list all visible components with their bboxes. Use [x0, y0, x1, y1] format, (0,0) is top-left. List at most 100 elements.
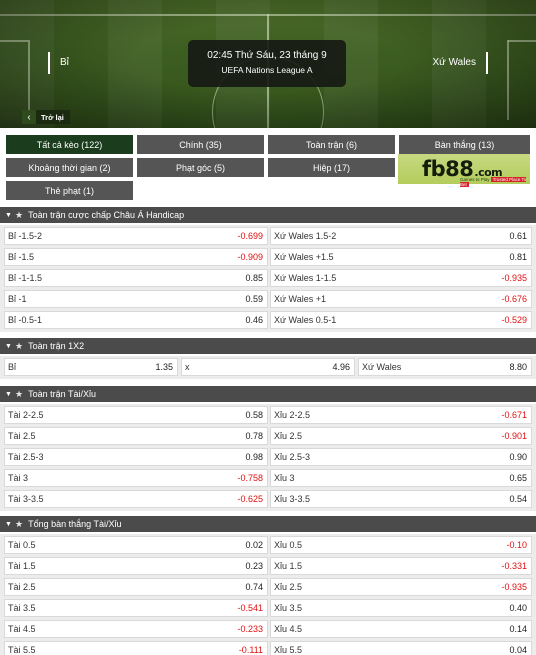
odds-cell[interactable]: Xỉu 4.5 0.14 [270, 620, 532, 638]
odds-cell[interactable]: Bỉ -1 0.59 [4, 290, 268, 308]
odds-cell[interactable]: Xỉu 3.5 0.40 [270, 599, 532, 617]
odds-cell[interactable]: Xỉu 2-2.5 -0.671 [270, 406, 532, 424]
filter-button[interactable]: Tất cả kèo (122) [6, 135, 133, 154]
odds-cell[interactable]: Xứ Wales 1.5-2 0.61 [270, 227, 532, 245]
odds-cell[interactable]: Tài 5.5 -0.111 [4, 641, 268, 655]
section-title: Tổng bàn thắng Tài/Xỉu [28, 519, 122, 529]
star-icon[interactable]: ★ [15, 341, 23, 352]
odds-cell[interactable]: Xỉu 5.5 0.04 [270, 641, 532, 655]
back-button[interactable]: ‹ Trở lại [22, 110, 70, 124]
filter-button[interactable]: Thẻ phạt (1) [6, 181, 133, 200]
odds-option: Bỉ -1-1.5 [8, 273, 43, 283]
odds-option: Xỉu 4.5 [274, 624, 303, 634]
odds-value: 0.04 [509, 645, 527, 655]
odds-cell[interactable]: Tài 2.5 0.74 [4, 578, 268, 596]
odds-value: 1.35 [155, 362, 173, 372]
star-icon[interactable]: ★ [15, 389, 23, 400]
odds-cell[interactable]: Tài 2-2.5 0.58 [4, 406, 268, 424]
odds-cell[interactable]: Xỉu 2.5 -0.901 [270, 427, 532, 445]
filter-button[interactable]: Khoảng thời gian (2) [6, 158, 133, 177]
star-icon[interactable]: ★ [15, 210, 23, 221]
home-team: Bỉ [48, 52, 168, 74]
odds-cell[interactable]: Xỉu 3-3.5 0.54 [270, 490, 532, 508]
odds-value: -0.935 [501, 273, 527, 283]
section-header[interactable]: ▼ ★ Toàn trận Tài/Xỉu [0, 386, 536, 402]
odds-value: 0.90 [509, 452, 527, 462]
odds-value: 0.85 [245, 273, 263, 283]
odds-cell[interactable]: Bỉ -1.5-2 -0.699 [4, 227, 268, 245]
odds-cell[interactable]: Tài 1.5 0.23 [4, 557, 268, 575]
odds-cell[interactable]: Bỉ 1.35 [4, 358, 178, 376]
odds-value: 0.81 [509, 252, 527, 262]
match-time: 02:45 Thứ Sáu, 23 tháng 9 [207, 50, 327, 61]
odds-option: Xỉu 2.5 [274, 582, 303, 592]
section-header[interactable]: ▼ ★ Tổng bàn thắng Tài/Xỉu [0, 516, 536, 532]
odds-value: 0.14 [509, 624, 527, 634]
odds-cell[interactable]: Xứ Wales 8.80 [358, 358, 532, 376]
odds-cell[interactable]: Bỉ -0.5-1 0.46 [4, 311, 268, 329]
odds-value: -0.699 [237, 231, 263, 241]
filter-button[interactable]: Toàn trận (6) [268, 135, 395, 154]
odds-value: 4.96 [332, 362, 350, 372]
odds-cell[interactable]: Xỉu 0.5 -0.10 [270, 536, 532, 554]
odds-option: Xỉu 2.5-3 [274, 452, 311, 462]
odds-option: Xứ Wales 1.5-2 [274, 231, 337, 241]
odds-value: -0.111 [238, 645, 263, 655]
odds-cell[interactable]: Xứ Wales +1.5 0.81 [270, 248, 532, 266]
section-header[interactable]: ▼ ★ Toàn trận cược chấp Châu Á Handicap [0, 207, 536, 223]
odds-value: 8.80 [509, 362, 527, 372]
odds-cell[interactable]: Tài 3 -0.758 [4, 469, 268, 487]
odds-cell[interactable]: Xỉu 3 0.65 [270, 469, 532, 487]
odds-cell[interactable]: Xứ Wales 1-1.5 -0.935 [270, 269, 532, 287]
odds-cell[interactable]: Xứ Wales +1 -0.676 [270, 290, 532, 308]
odds-value: -0.676 [501, 294, 527, 304]
filter-button[interactable]: Chính (35) [137, 135, 264, 154]
odds-cell[interactable]: Tài 0.5 0.02 [4, 536, 268, 554]
odds-value: -0.625 [237, 494, 263, 504]
odds-value: 0.58 [245, 410, 263, 420]
odds-cell[interactable]: Tài 3.5 -0.541 [4, 599, 268, 617]
odds-cell[interactable]: Tài 2.5-3 0.98 [4, 448, 268, 466]
match-info-box: 02:45 Thứ Sáu, 23 tháng 9 UEFA Nations L… [188, 40, 346, 87]
odds-value: 0.46 [245, 315, 263, 325]
odds-cell[interactable]: x 4.96 [181, 358, 355, 376]
odds-option: Xứ Wales 0.5-1 [274, 315, 337, 325]
odds-cell[interactable]: Tài 3-3.5 -0.625 [4, 490, 268, 508]
odds-option: Xứ Wales +1.5 [274, 252, 334, 262]
odds-option: Tài 4.5 [8, 624, 36, 634]
star-icon[interactable]: ★ [15, 519, 23, 530]
odds-value: -0.233 [237, 624, 263, 634]
odds-cell[interactable]: Xứ Wales 0.5-1 -0.529 [270, 311, 532, 329]
odds-cell[interactable]: Xỉu 2.5-3 0.90 [270, 448, 532, 466]
odds-option: Bỉ -0.5-1 [8, 315, 43, 325]
odds-cell[interactable]: Tài 2.5 0.78 [4, 427, 268, 445]
chevron-left-icon: ‹ [22, 110, 36, 124]
odds-option: Tài 5.5 [8, 645, 36, 655]
filter-button[interactable]: Hiệp (17) [268, 158, 395, 177]
odds-cell[interactable]: Bỉ -1-1.5 0.85 [4, 269, 268, 287]
odds-option: Tài 2.5 [8, 431, 36, 441]
odds-value: 0.40 [509, 603, 527, 613]
filter-button[interactable]: Bàn thắng (13) [399, 135, 530, 154]
odds-option: Xỉu 0.5 [274, 540, 303, 550]
chevron-down-icon: ▼ [5, 520, 12, 528]
odds-option: Xứ Wales [362, 362, 402, 372]
odds-cell[interactable]: Xỉu 2.5 -0.935 [270, 578, 532, 596]
odds-option: Bỉ -1.5-2 [8, 231, 43, 241]
odds-cell[interactable]: Bỉ -1.5 -0.909 [4, 248, 268, 266]
odds-value: -0.758 [237, 473, 263, 483]
section-header[interactable]: ▼ ★ Toàn trận 1X2 [0, 338, 536, 354]
odds-value: -0.901 [501, 431, 527, 441]
filter-button[interactable]: Phạt góc (5) [137, 158, 264, 177]
odds-option: Tài 3-3.5 [8, 494, 44, 504]
fb88-banner[interactable]: fb88.com Games to Play Trusted Place To … [398, 154, 530, 187]
section-title: Toàn trận Tài/Xỉu [28, 389, 96, 399]
odds-cell[interactable]: Tài 4.5 -0.233 [4, 620, 268, 638]
odds-option: Bỉ -1.5 [8, 252, 35, 262]
odds-cell[interactable]: Xỉu 1.5 -0.331 [270, 557, 532, 575]
odds-option: Tài 3.5 [8, 603, 36, 613]
back-label: Trở lại [41, 112, 64, 122]
odds-option: Xỉu 2-2.5 [274, 410, 311, 420]
odds-option: Xỉu 3-3.5 [274, 494, 311, 504]
odds-option: Tài 2.5-3 [8, 452, 44, 462]
